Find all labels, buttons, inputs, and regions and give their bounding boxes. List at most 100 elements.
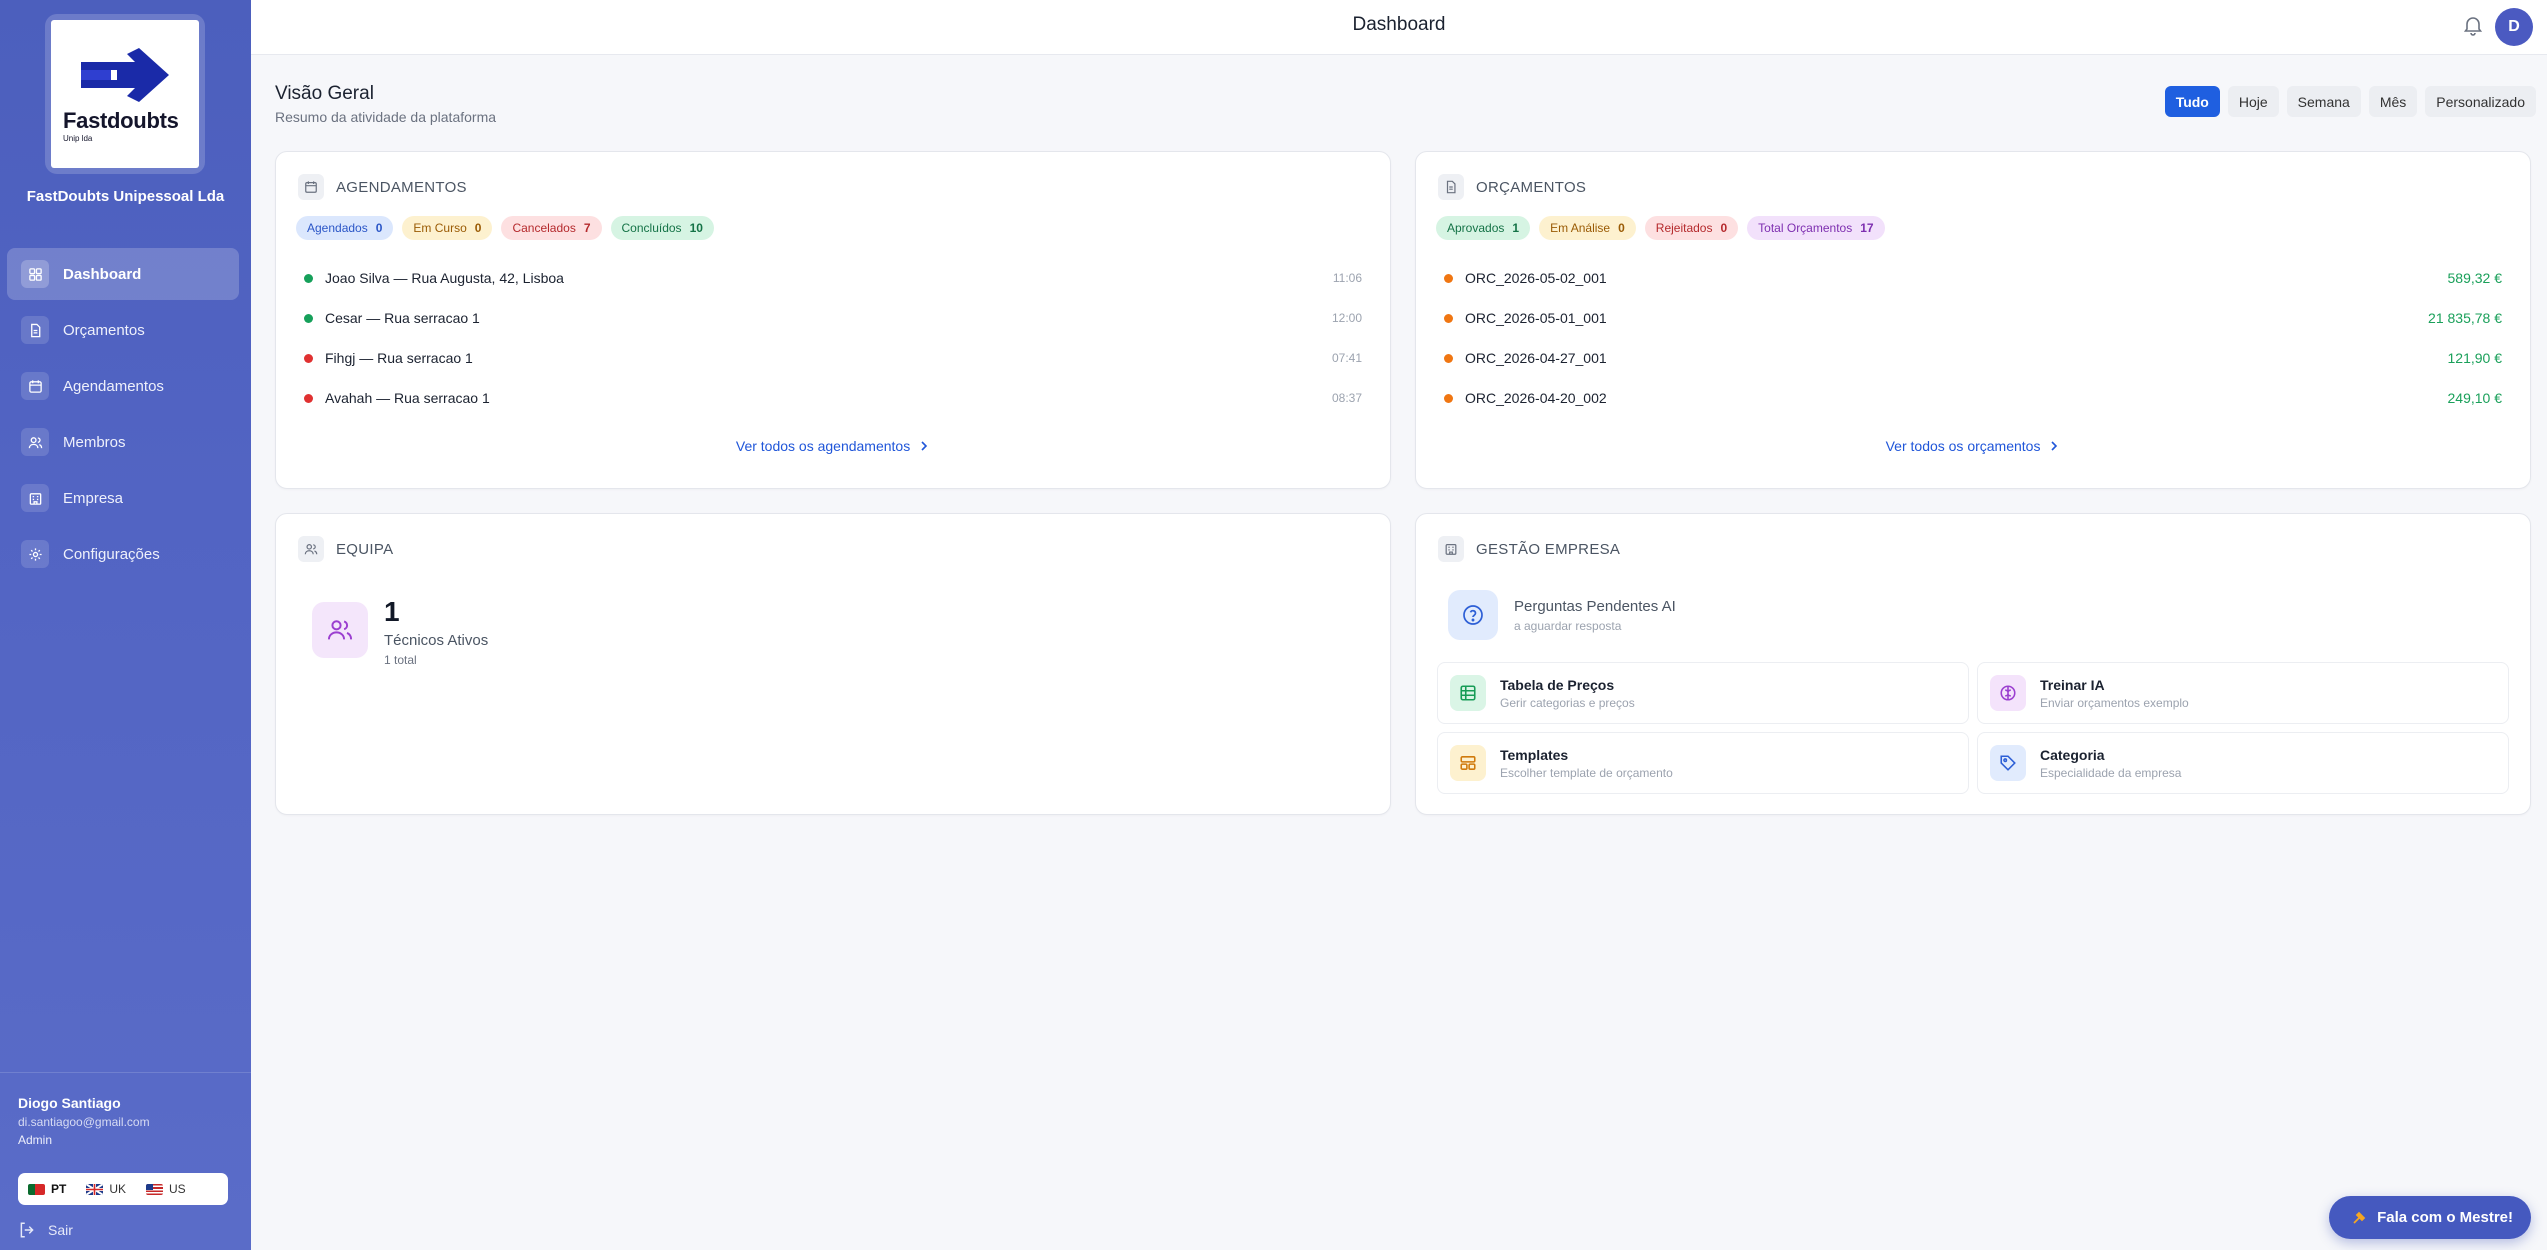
status-badge[interactable]: Em Análise 0 (1539, 216, 1636, 240)
sidebar-item-label: Empresa (63, 489, 124, 507)
budgets-card: ORÇAMENTOS Aprovados 1 Em Análise 0 Rejeit… (1415, 151, 2531, 489)
team-users-icon (312, 602, 368, 658)
tile-price-table[interactable]: Tabela de Preços Gerir categorias e preç… (1437, 662, 1969, 724)
talk-to-master-button[interactable]: Fala com o Mestre! (2329, 1196, 2531, 1239)
tile-templates[interactable]: Templates Escolher template de orçamento (1437, 732, 1969, 794)
chevron-right-icon (2051, 441, 2058, 451)
user-email: di.santiagoo@gmail.com (18, 1115, 150, 1129)
language-option-us[interactable]: US (146, 1182, 186, 1196)
language-switcher: PT UK US (18, 1173, 228, 1205)
status-dot (304, 353, 313, 363)
sidebar-item-label: Agendamentos (63, 377, 164, 395)
budgets-list: ORC_2026-05-02_001 589,32 € ORC_2026-05-… (1444, 258, 2502, 418)
question-circle-icon (1448, 590, 1498, 640)
sidebar-item-empresa[interactable]: Empresa (7, 472, 239, 524)
tile-train-ai[interactable]: Treinar IA Enviar orçamentos exemplo (1977, 662, 2509, 724)
list-item[interactable]: ORC_2026-04-20_002 249,10 € (1444, 378, 2502, 418)
list-item[interactable]: Cesar — Rua serracao 1 12:00 (304, 298, 1362, 338)
list-item[interactable]: Avahah — Rua serracao 1 08:37 (304, 378, 1362, 418)
appointments-list: Joao Silva — Rua Augusta, 42, Lisboa 11:… (304, 258, 1362, 418)
sidebar-item-label: Membros (63, 433, 126, 451)
fastdoubts-logo-icon (81, 48, 169, 102)
status-badge[interactable]: Em Curso 0 (402, 216, 493, 240)
language-option-uk[interactable]: UK (86, 1182, 126, 1196)
status-dot (304, 313, 313, 323)
logo-subtext: Unip lda (63, 134, 93, 143)
status-dot (1444, 353, 1453, 363)
sidebar-nav: Dashboard Orçamentos Agendamentos Membro… (7, 248, 239, 584)
filter-hoje[interactable]: Hoje (2227, 86, 2279, 117)
sidebar-item-agendamentos[interactable]: Agendamentos (7, 360, 239, 412)
filter-tudo[interactable]: Tudo (2164, 86, 2220, 117)
company-name: FastDoubts Unipessoal Lda (26, 188, 225, 205)
company-management-card: GESTÃO EMPRESA Perguntas Pendentes AI a … (1415, 513, 2531, 815)
team-total: 1 total (384, 653, 417, 667)
tile-category[interactable]: Categoria Especialidade da empresa (1977, 732, 2509, 794)
active-technicians-label: Técnicos Ativos (384, 632, 489, 649)
sidebar: Fastdoubts Unip lda FastDoubts Unipessoa… (0, 0, 251, 1250)
chevron-right-icon (921, 441, 928, 451)
status-badge[interactable]: Agendados 0 (296, 216, 394, 240)
overview-title: Visão Geral (275, 83, 374, 104)
user-avatar[interactable]: D (2495, 8, 2533, 46)
list-item[interactable]: ORC_2026-04-27_001 121,90 € (1444, 338, 2502, 378)
users-icon (298, 536, 324, 562)
grid-icon (21, 260, 49, 288)
page-title: Dashboard (1352, 14, 1446, 35)
building-icon (21, 484, 49, 512)
status-dot (1444, 273, 1453, 283)
status-badge[interactable]: Aprovados 1 (1436, 216, 1531, 240)
active-technicians-count: 1 (384, 596, 400, 627)
period-filters: Tudo Hoje Semana Mês Personalizado (2164, 86, 2536, 117)
user-name: Diogo Santiago (18, 1095, 121, 1111)
budget-status-badges: Aprovados 1 Em Análise 0 Rejeitados 0 Total… (1436, 216, 1885, 240)
sidebar-item-configuracoes[interactable]: Configurações (7, 528, 239, 580)
calendar-icon (298, 174, 324, 200)
filter-semana[interactable]: Semana (2286, 86, 2361, 117)
sidebar-item-orcamentos[interactable]: Orçamentos (7, 304, 239, 356)
flag-us-icon (146, 1183, 164, 1195)
view-all-budgets-link[interactable]: Ver todos os orçamentos (1416, 438, 2530, 454)
language-option-pt[interactable]: PT (28, 1182, 66, 1196)
status-dot (1444, 393, 1453, 403)
filter-personalizado[interactable]: Personalizado (2425, 86, 2536, 117)
sidebar-item-label: Dashboard (63, 265, 142, 283)
list-item[interactable]: Joao Silva — Rua Augusta, 42, Lisboa 11:… (304, 258, 1362, 298)
brain-icon (1990, 675, 2026, 711)
status-badge[interactable]: Cancelados 7 (501, 216, 602, 240)
pending-ai-questions[interactable]: Perguntas Pendentes AI a aguardar respos… (1448, 590, 1676, 640)
overview-subtitle: Resumo da atividade da plataforma (275, 109, 497, 125)
gear-icon (21, 540, 49, 568)
document-icon (21, 316, 49, 344)
management-tiles: Tabela de Preços Gerir categorias e preç… (1437, 662, 2509, 794)
logout-icon (20, 1222, 34, 1238)
tag-icon (1990, 745, 2026, 781)
status-badge[interactable]: Rejeitados 0 (1644, 216, 1739, 240)
flag-pt-icon (28, 1183, 45, 1195)
sidebar-item-membros[interactable]: Membros (7, 416, 239, 468)
users-icon (21, 428, 49, 456)
list-item[interactable]: ORC_2026-05-01_001 21 835,78 € (1444, 298, 2502, 338)
status-dot (1444, 313, 1453, 323)
sidebar-item-dashboard[interactable]: Dashboard (7, 248, 239, 300)
logout-button[interactable]: Sair (18, 1221, 73, 1239)
logo-text: Fastdoubts (63, 108, 179, 133)
view-all-appointments-link[interactable]: Ver todos os agendamentos (276, 438, 1390, 454)
layout-icon (1450, 745, 1486, 781)
flag-uk-icon (86, 1183, 104, 1195)
document-icon (1438, 174, 1464, 200)
notification-bell-icon[interactable] (2461, 13, 2485, 37)
user-role: Admin (18, 1133, 53, 1147)
status-badge[interactable]: Total Orçamentos 17 (1747, 216, 1885, 240)
filter-mes[interactable]: Mês (2368, 86, 2418, 117)
user-profile: Diogo Santiago di.santiagoo@gmail.com Ad… (0, 1072, 251, 1250)
status-badge[interactable]: Concluídos 10 (610, 216, 714, 240)
team-card: EQUIPA 1 Técnicos Ativos 1 total (275, 513, 1391, 815)
list-item[interactable]: Fihgj — Rua serracao 1 07:41 (304, 338, 1362, 378)
building-icon (1438, 536, 1464, 562)
company-logo[interactable]: Fastdoubts Unip lda (45, 14, 205, 174)
list-item[interactable]: ORC_2026-05-02_001 589,32 € (1444, 258, 2502, 298)
top-bar: Dashboard D (251, 0, 2547, 55)
card-title: EQUIPA (336, 540, 394, 558)
table-icon (1450, 675, 1486, 711)
